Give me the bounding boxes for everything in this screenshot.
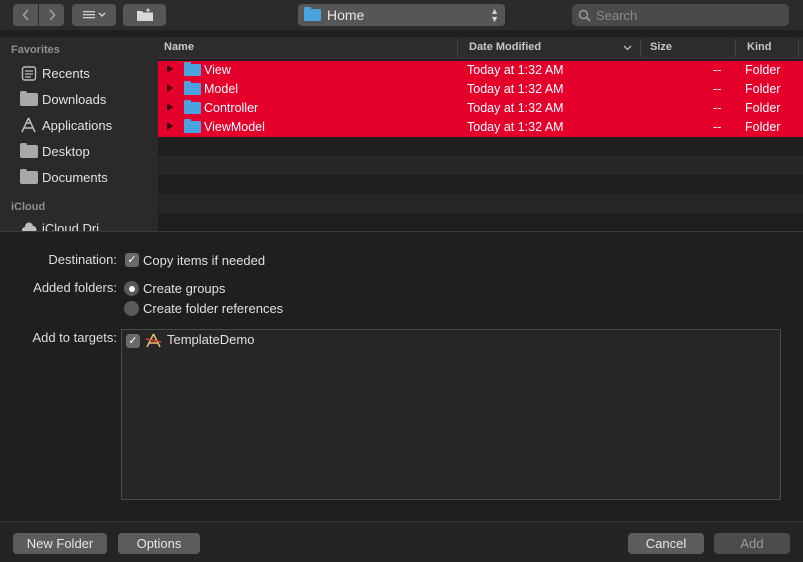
toolbar: Home ▲ ▼ <box>0 0 803 30</box>
new-folder-button[interactable]: New Folder <box>13 533 107 554</box>
empty-row <box>158 156 803 175</box>
copy-items-checkbox[interactable]: ✓ <box>125 253 139 267</box>
sidebar-item-label: Downloads <box>42 91 107 107</box>
view-mode-button[interactable] <box>72 4 116 26</box>
row-kind: Folder <box>745 63 781 77</box>
sidebar-item-label: Recents <box>42 65 90 81</box>
create-folder-references-radio[interactable] <box>124 301 139 316</box>
cloud-icon <box>19 220 38 231</box>
row-name: ViewModel <box>204 120 265 134</box>
sidebar-item-label: Applications <box>42 117 113 133</box>
sidebar-item-label: iCloud Dri... <box>42 220 110 232</box>
row-size: -- <box>713 120 722 134</box>
sidebar-item-recents[interactable]: Recents <box>0 60 158 86</box>
folder-icon <box>19 142 38 159</box>
search-icon <box>578 9 591 22</box>
row-kind: Folder <box>745 101 781 115</box>
location-label: Home <box>327 7 365 23</box>
icloud-header: iCloud <box>11 201 46 213</box>
create-groups-label[interactable]: Create groups <box>143 281 225 296</box>
favorites-header: Favorites <box>11 44 60 56</box>
search-field[interactable] <box>572 4 789 26</box>
column-date-modified[interactable]: Date Modified <box>469 41 541 53</box>
table-row[interactable]: ViewModel Today at 1:32 AM -- Folder <box>158 118 803 137</box>
search-input[interactable] <box>596 7 776 23</box>
cancel-button[interactable]: Cancel <box>628 533 704 554</box>
row-date: Today at 1:32 AM <box>467 63 564 77</box>
sidebar-item-label: Documents <box>42 169 108 185</box>
folder-icon <box>184 81 201 95</box>
sidebar-item-label: Desktop <box>42 143 90 159</box>
row-kind: Folder <box>745 120 781 134</box>
bottom-bar: New Folder Options Cancel Add <box>0 521 803 562</box>
table-row[interactable]: Model Today at 1:32 AM -- Folder <box>158 80 803 99</box>
column-kind[interactable]: Kind <box>747 41 771 53</box>
divider <box>0 231 803 232</box>
create-groups-radio[interactable] <box>124 281 139 296</box>
disclosure-triangle-icon[interactable] <box>167 103 173 111</box>
folder-icon <box>184 100 201 114</box>
sidebar-item-applications[interactable]: Applications <box>0 112 158 138</box>
disclosure-triangle-icon[interactable] <box>167 122 173 130</box>
empty-row <box>158 137 803 156</box>
row-date: Today at 1:32 AM <box>467 120 564 134</box>
row-kind: Folder <box>745 82 781 96</box>
updown-arrows-icon: ▲ ▼ <box>490 6 499 24</box>
new-folder-icon <box>136 8 153 21</box>
row-name: View <box>204 63 231 77</box>
location-popup[interactable]: Home ▲ ▼ <box>298 4 505 26</box>
folder-icon <box>19 168 38 185</box>
copy-items-label[interactable]: Copy items if needed <box>143 253 265 268</box>
disclosure-triangle-icon[interactable] <box>167 65 173 73</box>
applications-icon <box>19 117 38 133</box>
target-name: TemplateDemo <box>167 332 255 347</box>
file-list: Name Date Modified Size Kind View Today … <box>158 37 803 231</box>
sidebar: Favorites Recents Downloads Applications… <box>0 37 158 231</box>
empty-row <box>158 175 803 194</box>
back-button[interactable] <box>13 4 38 26</box>
row-date: Today at 1:32 AM <box>467 82 564 96</box>
table-row[interactable]: Controller Today at 1:32 AM -- Folder <box>158 99 803 118</box>
sidebar-item-downloads[interactable]: Downloads <box>0 86 158 112</box>
row-size: -- <box>713 82 722 96</box>
row-date: Today at 1:32 AM <box>467 101 564 115</box>
add-to-targets-label: Add to targets: <box>32 330 117 345</box>
column-size[interactable]: Size <box>650 41 672 53</box>
destination-label: Destination: <box>48 252 117 267</box>
chevron-left-icon <box>21 9 29 21</box>
row-name: Model <box>204 82 239 96</box>
new-folder-toolbar-button[interactable] <box>123 4 166 26</box>
row-size: -- <box>713 101 722 115</box>
added-folders-label: Added folders: <box>33 280 117 295</box>
options-button[interactable]: Options <box>118 533 200 554</box>
folder-icon <box>19 90 38 107</box>
empty-row <box>158 213 803 231</box>
table-row[interactable]: View Today at 1:32 AM -- Folder <box>158 61 803 80</box>
row-name: Controller <box>204 101 259 115</box>
targets-list: ✓ TemplateDemo <box>121 329 781 500</box>
folder-icon <box>184 119 201 133</box>
column-header: Name Date Modified Size Kind <box>158 37 803 59</box>
column-name[interactable]: Name <box>164 41 194 53</box>
create-folder-references-label[interactable]: Create folder references <box>143 301 283 316</box>
add-button[interactable]: Add <box>714 533 790 554</box>
recents-icon <box>19 65 38 81</box>
disclosure-triangle-icon[interactable] <box>167 84 173 92</box>
sidebar-item-icloud-drive[interactable]: iCloud Dri... <box>0 215 158 231</box>
target-checkbox[interactable]: ✓ <box>126 334 140 348</box>
row-size: -- <box>713 63 722 77</box>
chevron-right-icon <box>48 9 56 21</box>
list-view-icon <box>83 11 106 19</box>
sidebar-item-desktop[interactable]: Desktop <box>0 138 158 164</box>
sort-chevron-icon <box>623 42 632 54</box>
sidebar-item-documents[interactable]: Documents <box>0 164 158 190</box>
forward-button[interactable] <box>39 4 64 26</box>
app-target-icon <box>145 333 162 351</box>
empty-row <box>158 194 803 213</box>
home-folder-icon <box>304 7 321 21</box>
folder-icon <box>184 62 201 76</box>
